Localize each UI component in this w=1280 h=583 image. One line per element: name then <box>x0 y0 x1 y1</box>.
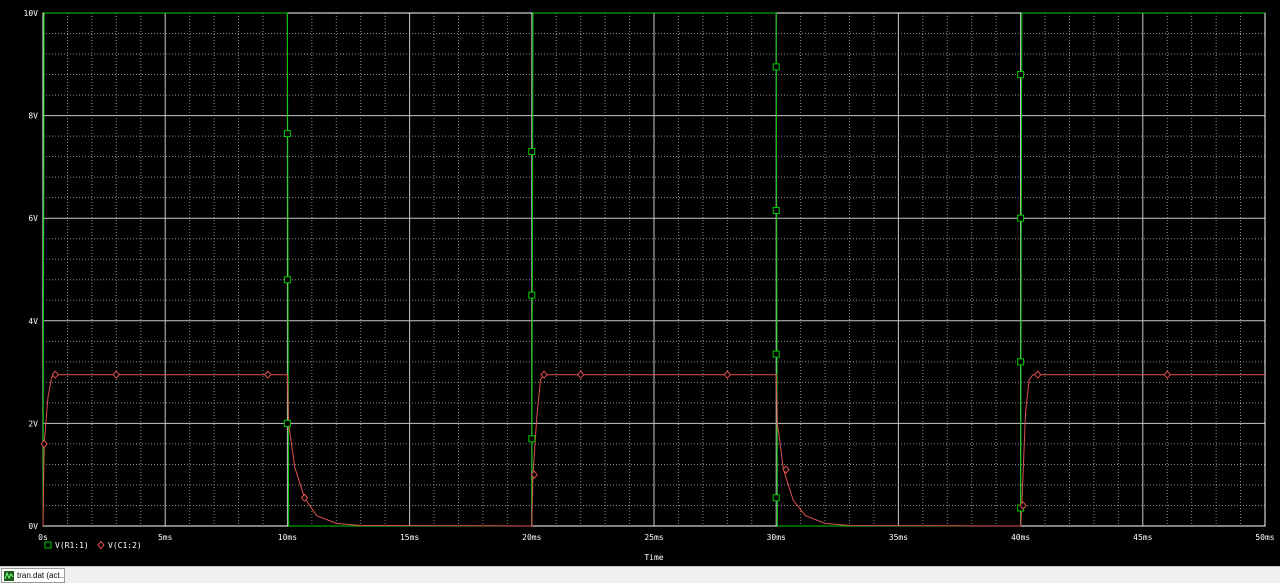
tab-label: tran.dat (act... <box>17 571 64 580</box>
legend-label: V(C1:2) <box>108 541 142 550</box>
data-point-square <box>528 291 536 299</box>
legend-marker-square <box>44 541 52 549</box>
waveform-plot[interactable]: 0s 5ms 10ms 15ms 20ms 25ms 30ms 35ms 40ms 45ms 50m… <box>0 0 1280 566</box>
data-point-square <box>772 63 780 71</box>
tab-tran-dat[interactable]: tran.dat (act... <box>1 568 65 583</box>
x-axis-label: Time <box>644 553 663 562</box>
x-tick-label: 35ms <box>889 533 908 542</box>
x-tick-label: 50ms <box>1255 533 1274 542</box>
x-tick-label: 15ms <box>400 533 419 542</box>
data-point-square <box>772 494 780 502</box>
data-point-square <box>283 130 291 138</box>
x-tick-label: 10ms <box>278 533 297 542</box>
tab-bar: tran.dat (act... <box>0 566 1280 583</box>
data-point-square <box>772 207 780 215</box>
data-point-square <box>528 435 536 443</box>
data-point-square <box>283 276 291 284</box>
x-tick-label: 20ms <box>522 533 541 542</box>
y-tick-label: 2V <box>28 419 38 428</box>
x-tick-label: 30ms <box>767 533 786 542</box>
data-point-square <box>1017 214 1025 222</box>
x-tick-label: 5ms <box>158 533 173 542</box>
y-tick-label: 0V <box>28 522 38 531</box>
data-point-square <box>528 148 536 156</box>
x-tick-label: 40ms <box>1011 533 1030 542</box>
data-point-square <box>283 419 291 427</box>
x-tick-label: 25ms <box>644 533 663 542</box>
waveform-icon <box>4 570 14 581</box>
y-tick-label: 6V <box>28 214 38 223</box>
data-point-square <box>1017 358 1025 366</box>
legend-label: V(R1:1) <box>55 541 89 550</box>
y-tick-label: 4V <box>28 317 38 326</box>
probe-window: 0s 5ms 10ms 15ms 20ms 25ms 30ms 35ms 40ms 45ms 50m… <box>0 0 1280 583</box>
x-tick-label: 45ms <box>1133 533 1152 542</box>
y-tick-label: 8V <box>28 112 38 121</box>
y-tick-label: 10V <box>24 9 39 18</box>
data-point-square <box>772 350 780 358</box>
data-point-square <box>1017 71 1025 79</box>
x-tick-label: 0s <box>38 533 48 542</box>
